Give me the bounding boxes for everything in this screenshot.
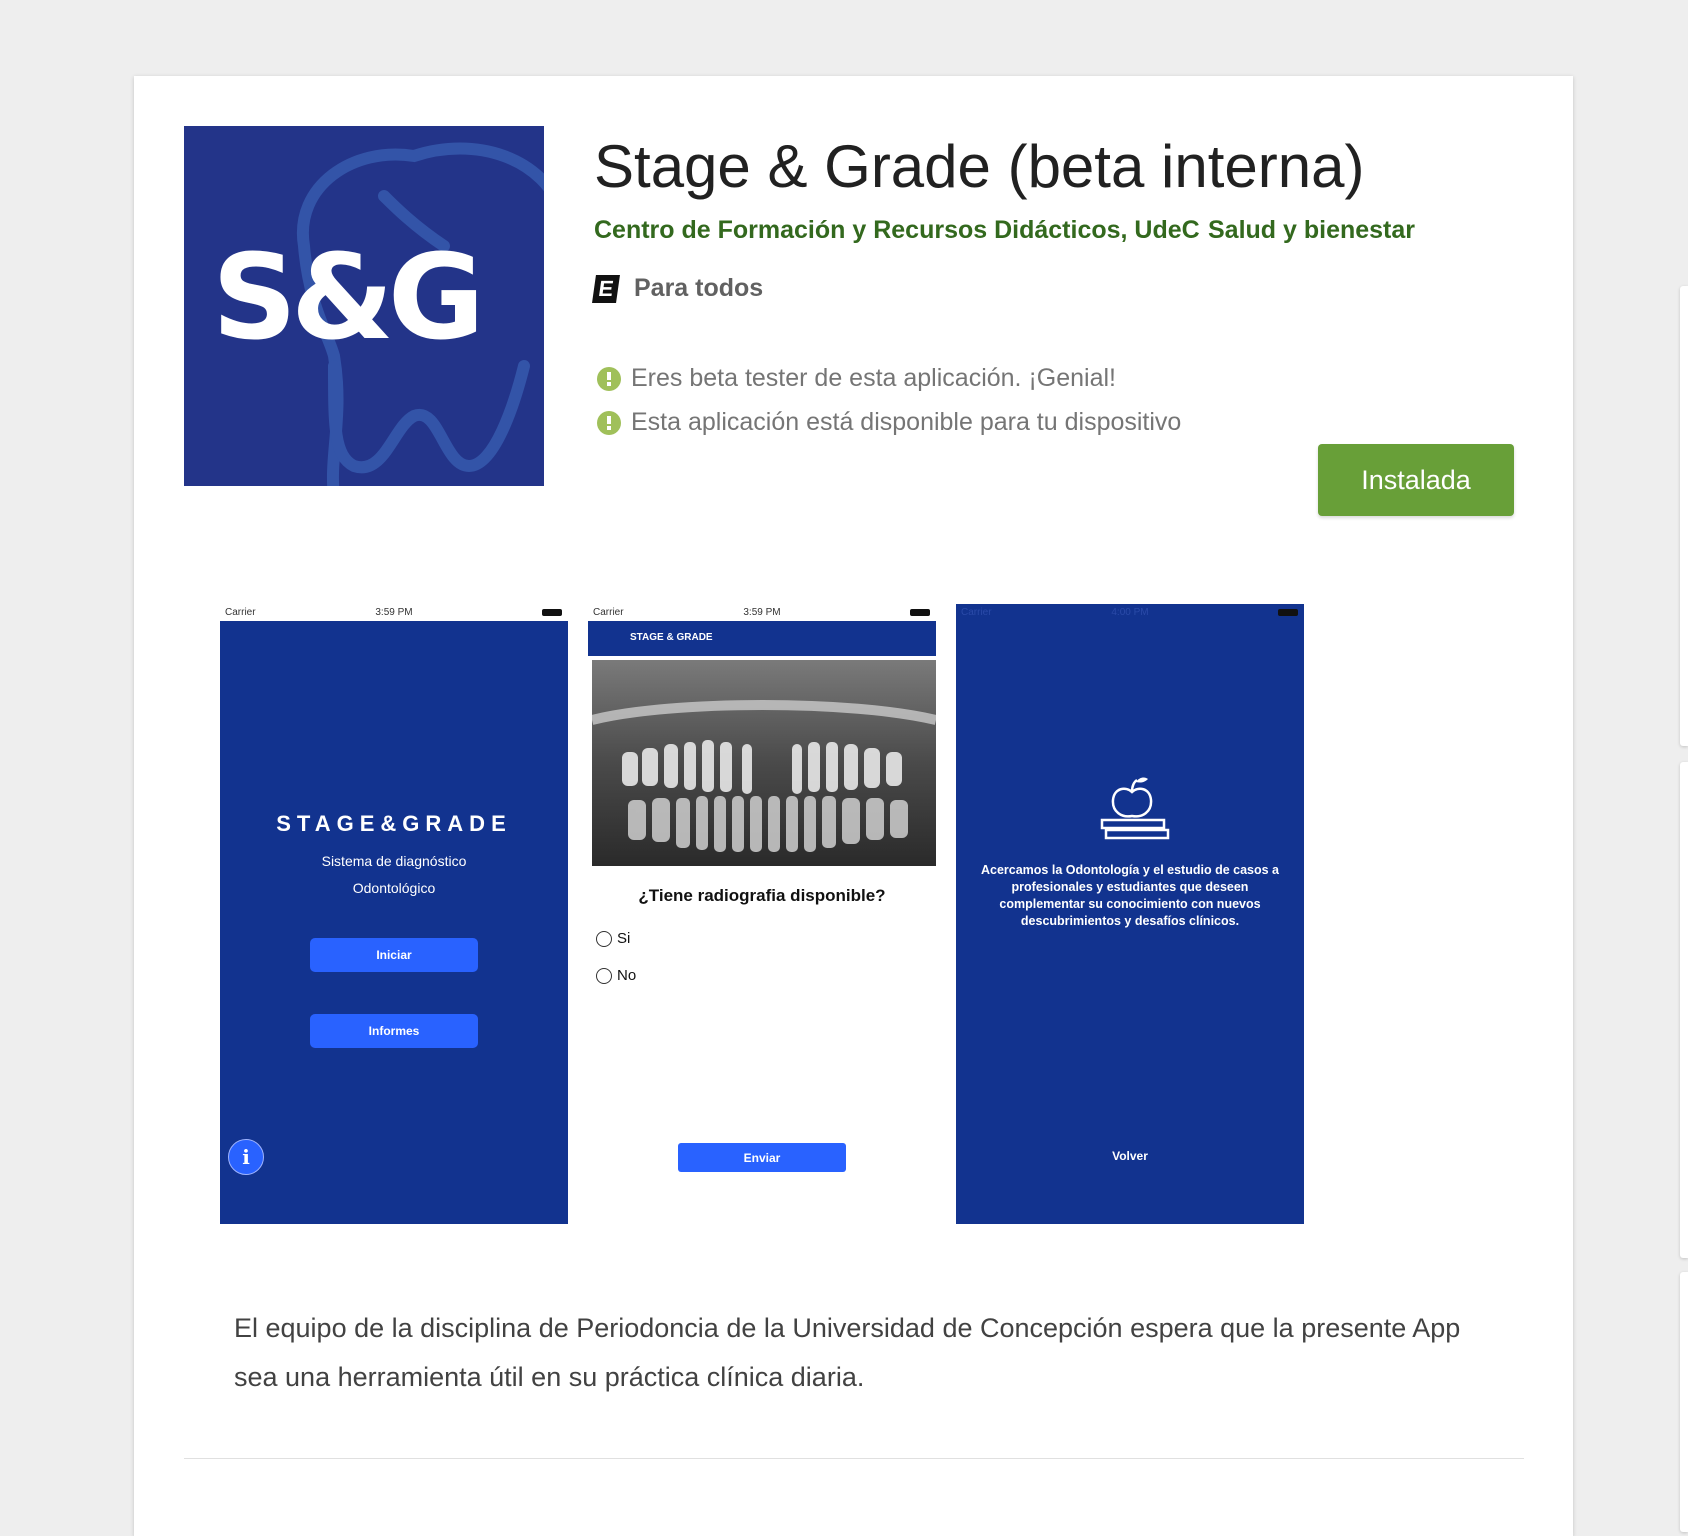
battery-icon [910,609,930,616]
installed-button[interactable]: Instalada [1318,444,1514,516]
radio-label: Si [617,930,631,947]
status-bar: Carrier 3:59 PM [588,604,936,621]
time-label: 4:00 PM [1111,607,1149,618]
subtitle-line: Sistema de diagnóstico [321,853,467,869]
about-text: Acercamos la Odontología y el estudio de… [980,863,1279,928]
app-icon-text: S&G [212,228,485,366]
developer-link[interactable]: Centro de Formación y Recursos Didáctico… [594,216,1200,245]
notice-text: Esta aplicación está disponible para tu … [631,408,1182,436]
radio-label: No [617,967,637,984]
app-details-card: S&G Stage & Grade (beta interna) Centro … [134,76,1573,1536]
status-bar: Carrier 3:59 PM [220,604,568,621]
radio-option-no[interactable]: No [596,967,636,984]
subtitle-line: Odontológico [352,880,436,896]
submit-button[interactable]: Enviar [678,1143,846,1172]
apple-books-icon [1100,777,1170,840]
adjacent-panel-edge [1680,1272,1688,1532]
app-title: Stage & Grade (beta interna) [594,133,1365,200]
dental-xray-image [590,660,938,866]
time-label: 3:59 PM [375,607,413,618]
radio-circle-icon[interactable] [596,967,612,984]
radio-option-si[interactable]: Si [596,930,630,947]
xray-illustration [590,660,938,866]
screenshot-2[interactable]: Carrier 3:59 PM STAGE & GRADE ¿Tiene rad… [588,604,938,1224]
info-icon [597,410,621,435]
battery-icon [542,609,562,616]
stage-grade-logo: STAGE&GRADE [276,811,512,836]
adjacent-panel-edge [1680,286,1688,746]
notice-text: Eres beta tester de esta aplicación. ¡Ge… [631,364,1116,392]
app-icon: S&G [184,126,544,486]
info-icon [597,366,621,391]
content-rating: E Para todos [592,274,764,303]
time-label: 3:59 PM [743,607,781,618]
welcome-screen: STAGE&GRADE Sistema de diagnóstico Odont… [220,621,568,1224]
info-button-icon[interactable]: i [228,1139,264,1175]
beta-tester-notice: Eres beta tester de esta aplicación. ¡Ge… [597,364,1116,393]
screenshot-3[interactable]: Carrier 4:00 PM Acercamos la Odontología… [956,604,1304,1224]
back-link[interactable]: Volver [956,1149,1304,1163]
esrb-e-icon: E [592,274,620,303]
status-bar: Carrier 4:00 PM [956,604,1304,621]
category-link[interactable]: Salud y bienestar [1208,216,1415,245]
start-button[interactable]: Iniciar [310,938,478,972]
adjacent-panel-edge [1680,762,1688,1258]
radio-circle-icon[interactable] [596,930,612,947]
section-divider [184,1458,1524,1459]
app-description: El equipo de la disciplina de Periodonci… [234,1313,1461,1392]
screenshot-1[interactable]: Carrier 3:59 PM STAGE&GRADE Sistema de d… [220,604,568,1224]
question-text: ¿Tiene radiografia disponible? [638,886,886,905]
app-header: STAGE & GRADE [588,621,936,656]
reports-button[interactable]: Informes [310,1014,478,1048]
device-compatibility-notice: Esta aplicación está disponible para tu … [597,408,1181,437]
header-title: STAGE & GRADE [630,632,713,643]
battery-icon [1278,609,1298,616]
content-rating-label: Para todos [634,274,764,302]
